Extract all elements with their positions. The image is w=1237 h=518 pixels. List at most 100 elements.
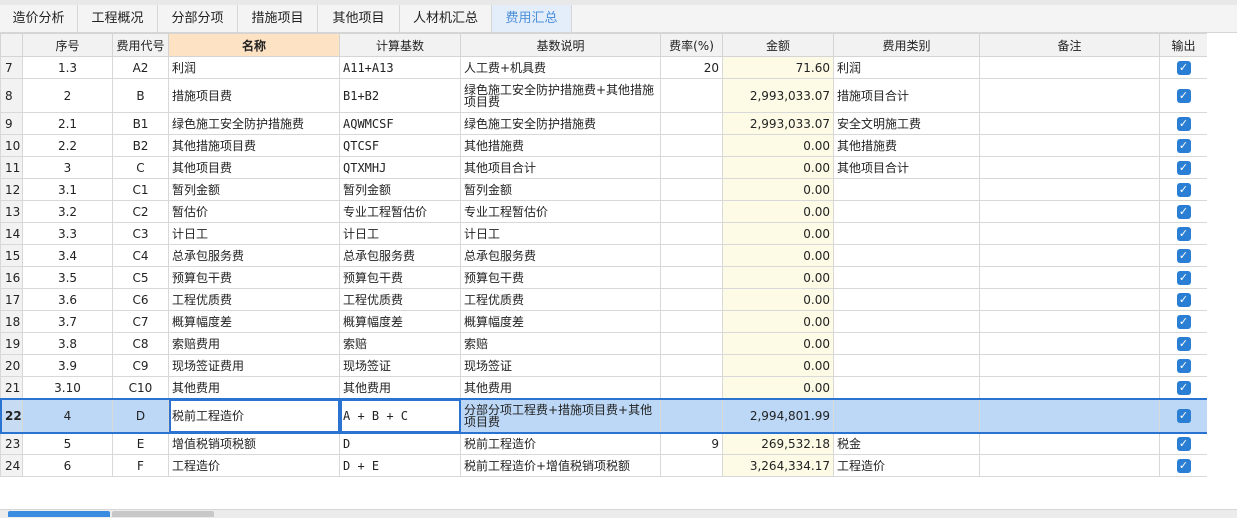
seq-cell[interactable]: 1.3 (22, 56, 113, 79)
rate-cell[interactable] (660, 398, 723, 433)
output-checkbox[interactable]: ✓ (1176, 358, 1191, 373)
output-cell[interactable]: ✓ (1159, 222, 1208, 245)
rate-cell[interactable] (660, 200, 723, 223)
column-header-name[interactable]: 名称 (168, 33, 340, 57)
tab-labor-material-summary[interactable]: 人材机汇总 (400, 5, 492, 32)
code-cell[interactable]: B (112, 78, 169, 113)
code-cell[interactable]: C6 (112, 288, 169, 311)
output-cell[interactable]: ✓ (1159, 178, 1208, 201)
base-cell[interactable]: 预算包干费 (339, 266, 461, 289)
amount-cell[interactable]: 0.00 (722, 244, 834, 267)
remark-cell[interactable] (979, 56, 1160, 79)
table-row[interactable]: 8 2 B 措施项目费 B1+B2 绿色施工安全防护措施费+其他措施项目费 2,993,03… (0, 78, 1208, 113)
remark-cell[interactable] (979, 354, 1160, 377)
seq-cell[interactable]: 3.3 (22, 222, 113, 245)
seq-cell[interactable]: 3.5 (22, 266, 113, 289)
desc-cell[interactable]: 索赔 (460, 332, 661, 355)
amount-cell[interactable]: 269,532.18 (722, 432, 834, 455)
table-row[interactable]: 7 1.3 A2 利润 A11+A13 人工费+机具费 20 71.60 利润 ✓ (0, 56, 1208, 79)
table-row[interactable]: 14 3.3 C3 计日工 计日工 计日工 0.00 ✓ (0, 222, 1208, 245)
desc-cell[interactable]: 税前工程造价+增值税销项税额 (460, 454, 661, 477)
tab-division-items[interactable]: 分部分项 (158, 5, 238, 32)
rate-cell[interactable] (660, 354, 723, 377)
output-checkbox[interactable]: ✓ (1176, 336, 1191, 351)
rate-cell[interactable] (660, 332, 723, 355)
seq-cell[interactable]: 2.2 (22, 134, 113, 157)
code-cell[interactable]: D (112, 398, 169, 433)
name-cell[interactable]: 工程造价 (168, 454, 340, 477)
amount-cell[interactable]: 3,264,334.17 (722, 454, 834, 477)
base-cell[interactable]: D + E (339, 454, 461, 477)
bottom-tab[interactable] (112, 511, 214, 517)
table-row[interactable]: 21 3.10 C10 其他费用 其他费用 其他费用 0.00 ✓ (0, 376, 1208, 399)
desc-cell[interactable]: 其他项目合计 (460, 156, 661, 179)
amount-cell[interactable]: 2,994,801.99 (722, 398, 834, 433)
remark-cell[interactable] (979, 332, 1160, 355)
base-cell[interactable]: 计日工 (339, 222, 461, 245)
rate-cell[interactable]: 20 (660, 56, 723, 79)
name-cell[interactable]: 暂估价 (168, 200, 340, 223)
rate-cell[interactable] (660, 78, 723, 113)
name-cell[interactable]: 预算包干费 (168, 266, 340, 289)
seq-cell[interactable]: 4 (22, 398, 113, 433)
output-checkbox[interactable]: ✓ (1176, 88, 1191, 103)
desc-cell[interactable]: 预算包干费 (460, 266, 661, 289)
name-cell[interactable]: 现场签证费用 (168, 354, 340, 377)
base-cell[interactable]: 工程优质费 (339, 288, 461, 311)
output-cell[interactable]: ✓ (1159, 244, 1208, 267)
tab-project-overview[interactable]: 工程概况 (78, 5, 158, 32)
remark-cell[interactable] (979, 310, 1160, 333)
remark-cell[interactable] (979, 376, 1160, 399)
output-checkbox[interactable]: ✓ (1176, 204, 1191, 219)
output-cell[interactable]: ✓ (1159, 134, 1208, 157)
base-cell[interactable]: A + B + C (339, 398, 461, 433)
code-cell[interactable]: C10 (112, 376, 169, 399)
amount-cell[interactable]: 2,993,033.07 (722, 112, 834, 135)
amount-cell[interactable]: 0.00 (722, 222, 834, 245)
code-cell[interactable]: C4 (112, 244, 169, 267)
bottom-tab-active[interactable] (8, 511, 110, 517)
amount-cell[interactable]: 0.00 (722, 134, 834, 157)
table-row[interactable]: 13 3.2 C2 暂估价 专业工程暂估价 专业工程暂估价 0.00 ✓ (0, 200, 1208, 223)
desc-cell[interactable]: 分部分项工程费+措施项目费+其他项目费 (460, 398, 661, 433)
desc-cell[interactable]: 人工费+机具费 (460, 56, 661, 79)
amount-cell[interactable]: 0.00 (722, 200, 834, 223)
amount-cell[interactable]: 0.00 (722, 354, 834, 377)
rate-cell[interactable] (660, 156, 723, 179)
base-cell[interactable]: 总承包服务费 (339, 244, 461, 267)
output-checkbox[interactable]: ✓ (1176, 248, 1191, 263)
output-checkbox[interactable]: ✓ (1176, 60, 1191, 75)
seq-cell[interactable]: 2.1 (22, 112, 113, 135)
remark-cell[interactable] (979, 454, 1160, 477)
table-row[interactable]: 12 3.1 C1 暂列金额 暂列金额 暂列金额 0.00 ✓ (0, 178, 1208, 201)
category-cell[interactable] (833, 398, 980, 433)
code-cell[interactable]: B1 (112, 112, 169, 135)
output-cell[interactable]: ✓ (1159, 156, 1208, 179)
category-cell[interactable]: 利润 (833, 56, 980, 79)
tab-measure-items[interactable]: 措施项目 (238, 5, 318, 32)
rate-cell[interactable] (660, 310, 723, 333)
remark-cell[interactable] (979, 156, 1160, 179)
category-cell[interactable]: 工程造价 (833, 454, 980, 477)
code-cell[interactable]: B2 (112, 134, 169, 157)
output-cell[interactable]: ✓ (1159, 332, 1208, 355)
code-cell[interactable]: C8 (112, 332, 169, 355)
table-row[interactable]: 20 3.9 C9 现场签证费用 现场签证 现场签证 0.00 ✓ (0, 354, 1208, 377)
rate-cell[interactable] (660, 376, 723, 399)
category-cell[interactable]: 措施项目合计 (833, 78, 980, 113)
column-header-rate[interactable]: 费率(%) (660, 33, 723, 57)
remark-cell[interactable] (979, 134, 1160, 157)
desc-cell[interactable]: 现场签证 (460, 354, 661, 377)
remark-cell[interactable] (979, 244, 1160, 267)
output-checkbox[interactable]: ✓ (1176, 380, 1191, 395)
desc-cell[interactable]: 其他措施费 (460, 134, 661, 157)
name-cell[interactable]: 利润 (168, 56, 340, 79)
table-row[interactable]: 16 3.5 C5 预算包干费 预算包干费 预算包干费 0.00 ✓ (0, 266, 1208, 289)
desc-cell[interactable]: 总承包服务费 (460, 244, 661, 267)
output-cell[interactable]: ✓ (1159, 376, 1208, 399)
base-cell[interactable]: 其他费用 (339, 376, 461, 399)
desc-cell[interactable]: 绿色施工安全防护措施费 (460, 112, 661, 135)
code-cell[interactable]: C1 (112, 178, 169, 201)
tab-fee-summary[interactable]: 费用汇总 (492, 5, 572, 32)
rate-cell[interactable] (660, 112, 723, 135)
